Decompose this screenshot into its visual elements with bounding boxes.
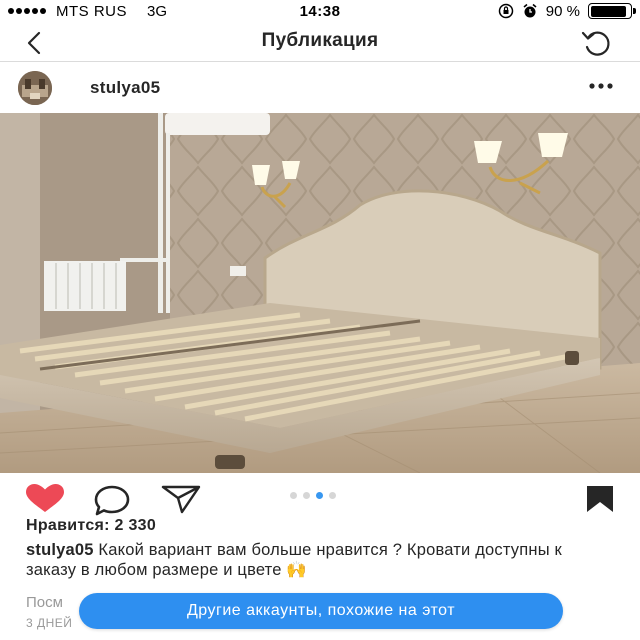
post-photo[interactable] [0, 113, 640, 473]
status-right: 90 % [498, 2, 636, 20]
caption-username[interactable]: stulya05 [26, 541, 94, 559]
post-timestamp: 3 ДНЕЙ [26, 616, 73, 630]
alarm-icon [523, 3, 537, 18]
avatar[interactable] [18, 71, 52, 105]
rotation-lock-icon [498, 3, 514, 19]
carousel-dot [290, 492, 297, 499]
bed-photo-image [0, 113, 640, 473]
post-header: stulya05 [0, 62, 640, 112]
share-icon[interactable] [160, 484, 202, 514]
post-caption: stulya05 Какой вариант вам больше нравит… [26, 540, 606, 580]
refresh-icon[interactable] [580, 27, 614, 59]
heart-icon[interactable] [24, 484, 66, 514]
view-comments-link[interactable]: Посм [26, 594, 63, 611]
similar-accounts-button[interactable]: Другие аккаунты, похожие на этот [79, 593, 563, 629]
caption-text: Какой вариант вам больше нравится ? Кров… [26, 541, 562, 579]
page-title: Публикация [261, 30, 379, 51]
battery-percent: 90 % [545, 2, 580, 20]
comment-icon[interactable] [92, 484, 132, 518]
likes-count[interactable]: Нравится: 2 330 [26, 517, 156, 535]
status-bar: MTS RUS 3G 14:38 90 % [0, 0, 640, 22]
nav-bar: Публикация [0, 22, 640, 62]
more-icon[interactable] [586, 76, 616, 96]
carousel-dot [329, 492, 336, 499]
battery-icon [588, 3, 636, 19]
carousel-dot [316, 492, 323, 499]
bookmark-icon[interactable] [584, 484, 616, 514]
post-actions [0, 474, 640, 518]
carousel-dot [303, 492, 310, 499]
post-username[interactable]: stulya05 [90, 78, 160, 98]
carousel-dots [290, 492, 336, 499]
